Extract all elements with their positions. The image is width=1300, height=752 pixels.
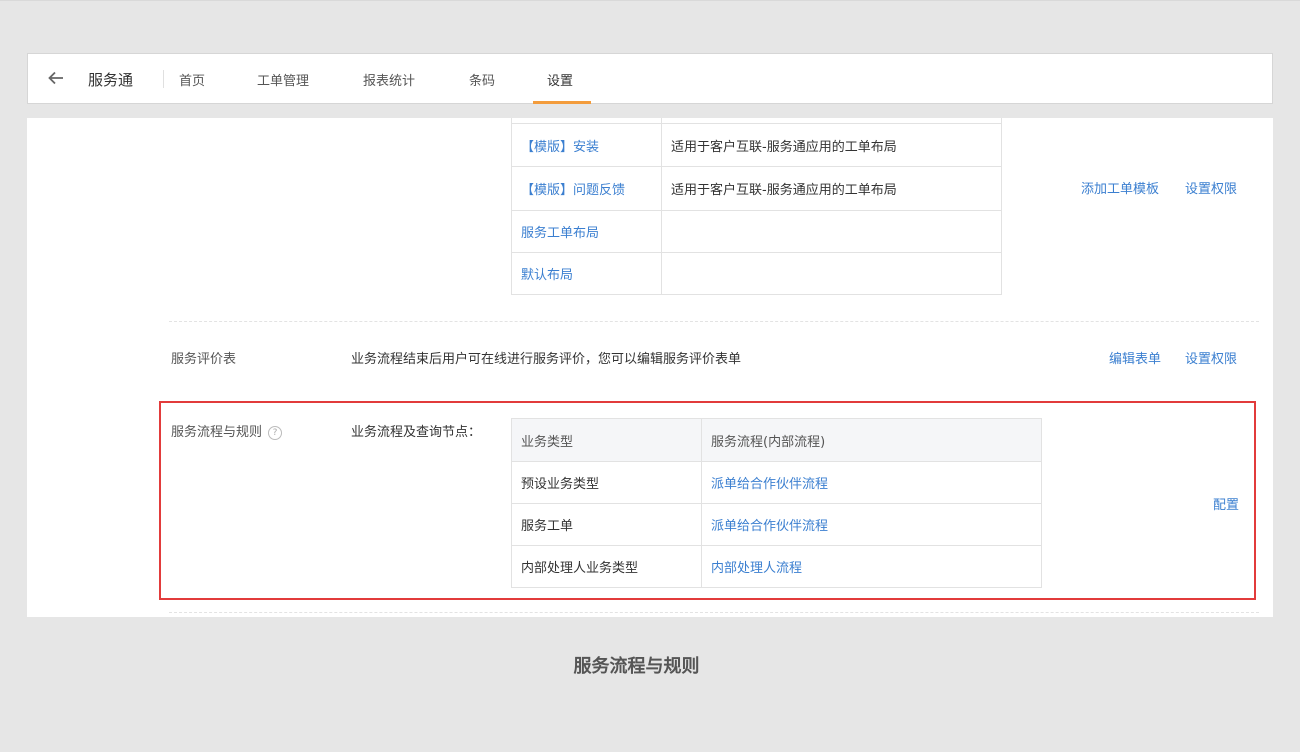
app-name: 服务通 (88, 71, 134, 89)
nav-divider (163, 70, 164, 88)
ticket-template-table: 【模版】安装 适用于客户互联-服务通应用的工单布局 【模版】问题反馈 适用于客户… (511, 118, 1002, 295)
template-description: 适用于客户互联-服务通应用的工单布局 (671, 183, 897, 198)
edit-form-link[interactable]: 编辑表单 (1109, 348, 1161, 367)
flow-rules-label: 服务流程与规则? (171, 421, 283, 440)
business-type-cell: 服务工单 (512, 504, 702, 545)
tab-settings[interactable]: 设置 (547, 70, 573, 89)
evaluation-label: 服务评价表 (171, 352, 237, 367)
table-row: 内部处理人业务类型 内部处理人流程 (512, 545, 1041, 587)
figure-caption: 服务流程与规则 (573, 656, 700, 677)
table-row: 服务工单布局 (512, 210, 1001, 252)
service-flow-link[interactable]: 派单给合作伙伴流程 (702, 462, 1041, 503)
back-arrow-icon[interactable] (46, 68, 66, 88)
active-tab-indicator (533, 101, 591, 104)
column-header-service-flow: 服务流程(内部流程) (711, 434, 826, 450)
table-row: 【模版】问题反馈 适用于客户互联-服务通应用的工单布局 (512, 166, 1001, 210)
settings-content: 【模版】安装 适用于客户互联-服务通应用的工单布局 【模版】问题反馈 适用于客户… (27, 118, 1273, 617)
top-navigation: 服务通 首页 工单管理 报表统计 条码 设置 (27, 53, 1273, 104)
add-ticket-template-link[interactable]: 添加工单模板 (1081, 178, 1159, 197)
service-flow-link[interactable]: 派单给合作伙伴流程 (702, 504, 1041, 545)
table-row: 服务工单 派单给合作伙伴流程 (512, 503, 1041, 545)
template-name-link[interactable]: 服务工单布局 (512, 211, 662, 252)
flow-query-nodes-label: 业务流程及查询节点： (351, 425, 482, 440)
evaluation-description: 业务流程结束后用户可在线进行服务评价，您可以编辑服务评价表单 (351, 352, 742, 367)
table-cell (662, 118, 1001, 123)
table-header-row: 业务类型 服务流程(内部流程) (512, 419, 1041, 461)
table-row: 默认布局 (512, 252, 1001, 294)
evaluation-permissions-link[interactable]: 设置权限 (1185, 348, 1237, 367)
template-name-link[interactable]: 【模版】问题反馈 (512, 167, 662, 210)
tab-home[interactable]: 首页 (179, 70, 205, 89)
table-row: 【模版】安装 适用于客户互联-服务通应用的工单布局 (512, 123, 1001, 166)
flow-rules-label-text: 服务流程与规则 (171, 425, 263, 440)
tab-ticket-management[interactable]: 工单管理 (257, 70, 309, 89)
table-row: 预设业务类型 派单给合作伙伴流程 (512, 461, 1041, 503)
table-row-partial (512, 118, 1001, 123)
service-flow-link[interactable]: 内部处理人流程 (702, 546, 1041, 587)
template-name-link[interactable]: 【模版】安装 (512, 124, 662, 166)
help-icon[interactable]: ? (268, 426, 283, 440)
template-description (662, 211, 1001, 252)
section-divider (169, 321, 1259, 322)
business-type-cell: 内部处理人业务类型 (512, 546, 702, 587)
template-name-link[interactable]: 默认布局 (512, 253, 662, 294)
tab-barcode[interactable]: 条码 (469, 70, 495, 89)
configure-link[interactable]: 配置 (1213, 494, 1239, 513)
template-permissions-link[interactable]: 设置权限 (1185, 178, 1237, 197)
page-border (0, 0, 1300, 1)
template-description: 适用于客户互联-服务通应用的工单布局 (671, 139, 897, 155)
section-divider (169, 612, 1259, 613)
template-description (662, 253, 1001, 294)
business-type-cell: 预设业务类型 (512, 462, 702, 503)
column-header-business-type: 业务类型 (512, 419, 702, 461)
table-cell (512, 118, 662, 123)
tab-reports[interactable]: 报表统计 (363, 70, 415, 89)
flow-rules-table: 业务类型 服务流程(内部流程) 预设业务类型 派单给合作伙伴流程 服务工单 派单… (511, 418, 1042, 588)
